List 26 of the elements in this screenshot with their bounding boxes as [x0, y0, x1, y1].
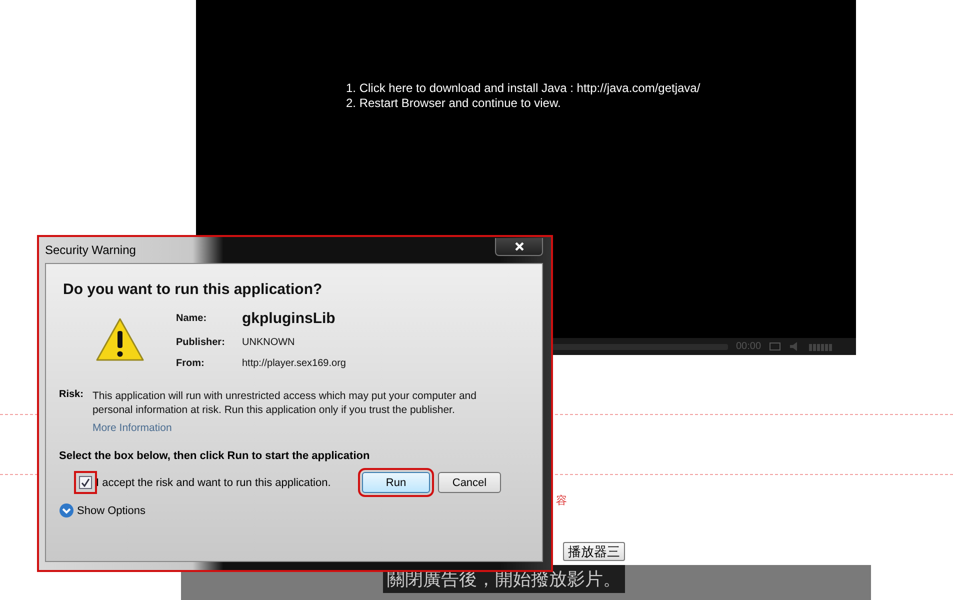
field-value: http://player.sex169.org: [242, 358, 346, 369]
fullscreen-icon[interactable]: [769, 342, 782, 351]
time-label: 00:00: [736, 341, 762, 352]
field-value: gkpluginsLib: [242, 310, 336, 327]
field-value: UNKNOWN: [242, 337, 296, 348]
close-button[interactable]: [495, 238, 543, 256]
player-button[interactable]: 播放器三: [563, 542, 625, 561]
java-instruction: 1. Click here to download and install Java : http://java.com/getjava/: [346, 81, 702, 96]
warning-icon: [94, 316, 144, 362]
show-options-button[interactable]: Show Options: [77, 504, 146, 516]
page-text: 容: [556, 494, 567, 508]
field-label: Publisher:: [176, 337, 226, 348]
accept-label: I accept the risk and want to run this application.: [96, 476, 332, 488]
progress-track[interactable]: [552, 344, 728, 350]
risk-text: This application will run with unrestricted access which may put your computer and personal information at risk. Run this application only if you trust the publisher.: [92, 389, 478, 417]
dialog-button[interactable]: Cancel: [438, 472, 501, 493]
more-information-link[interactable]: More Information: [92, 422, 502, 434]
instruction-text: Select the box below, then click Run to start the application: [59, 450, 371, 462]
risk-label: Risk:: [59, 389, 84, 402]
java-instruction: 2. Restart Browser and continue to view.: [346, 96, 562, 111]
field-label: From:: [176, 358, 206, 369]
dialog-heading: Do you want to run this application?: [63, 281, 324, 298]
field-label: Name:: [176, 313, 208, 324]
close-icon: [514, 242, 524, 251]
window-title: Security Warning: [45, 243, 136, 257]
expand-icon[interactable]: [59, 503, 74, 518]
